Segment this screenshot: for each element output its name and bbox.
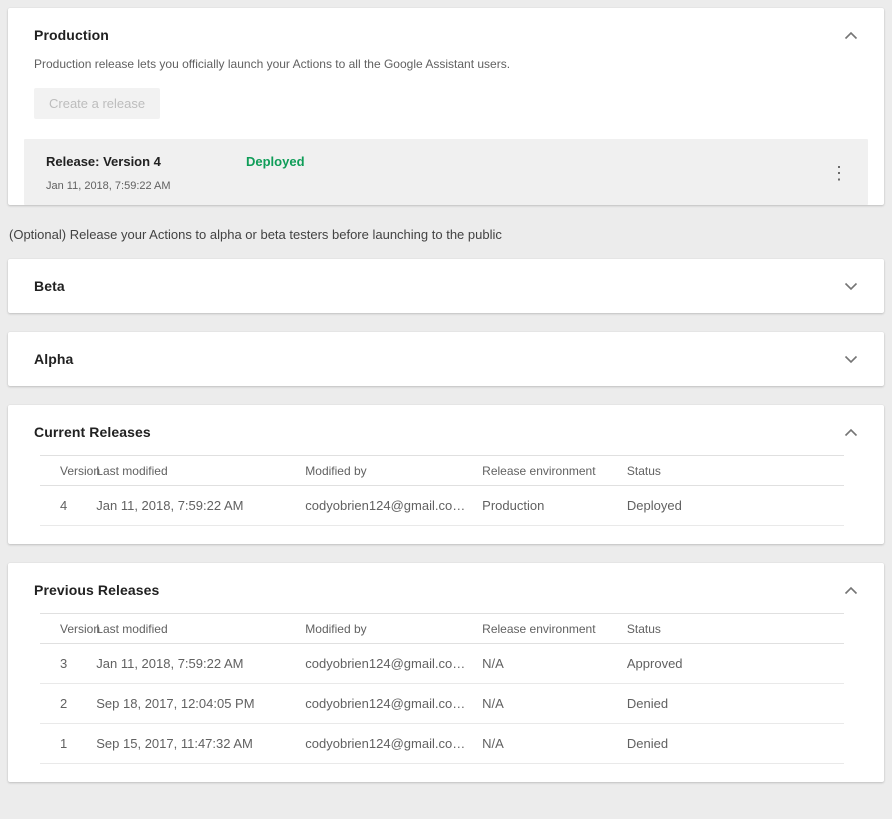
table-row: 2 Sep 18, 2017, 12:04:05 PM codyobrien12…: [40, 684, 844, 724]
chevron-down-icon[interactable]: [842, 353, 860, 366]
cell-modified-by: codyobrien124@gmail.co…: [305, 684, 482, 724]
previous-releases-title: Previous Releases: [34, 582, 159, 598]
current-releases-table: Version Last modified Modified by Releas…: [40, 455, 844, 526]
cell-version: 3: [40, 644, 96, 684]
production-release-row: Release: Version 4 Deployed Jan 11, 2018…: [24, 139, 868, 205]
alpha-card: Alpha: [8, 332, 884, 386]
cell-environment: N/A: [482, 724, 627, 764]
column-header-modified-by: Modified by: [305, 614, 482, 644]
cell-status: Denied: [627, 724, 844, 764]
previous-releases-header[interactable]: Previous Releases: [8, 563, 884, 598]
previous-releases-card: Previous Releases Version Last modified …: [8, 563, 884, 782]
cell-last-modified: Jan 11, 2018, 7:59:22 AM: [96, 644, 305, 684]
beta-card-header[interactable]: Beta: [8, 259, 884, 313]
cell-version: 4: [40, 486, 96, 526]
more-options-icon[interactable]: ⋮: [822, 162, 856, 184]
alpha-card-header[interactable]: Alpha: [8, 332, 884, 386]
release-info: Release: Version 4 Deployed Jan 11, 2018…: [46, 154, 305, 192]
table-row: 1 Sep 15, 2017, 11:47:32 AM codyobrien12…: [40, 724, 844, 764]
chevron-down-icon[interactable]: [842, 280, 860, 293]
cell-environment: N/A: [482, 684, 627, 724]
table-row: 3 Jan 11, 2018, 7:59:22 AM codyobrien124…: [40, 644, 844, 684]
cell-environment: Production: [482, 486, 627, 526]
cell-last-modified: Sep 15, 2017, 11:47:32 AM: [96, 724, 305, 764]
column-header-version: Version: [40, 456, 96, 486]
cell-modified-by: codyobrien124@gmail.co…: [305, 644, 482, 684]
beta-card: Beta: [8, 259, 884, 313]
production-description: Production release lets you officially l…: [34, 57, 858, 71]
alpha-card-title: Alpha: [34, 351, 73, 367]
releases-page: Production Production release lets you o…: [0, 0, 892, 810]
production-card-header[interactable]: Production: [8, 8, 884, 43]
beta-card-title: Beta: [34, 278, 65, 294]
cell-version: 1: [40, 724, 96, 764]
optional-note: (Optional) Release your Actions to alpha…: [9, 227, 884, 242]
column-header-last-modified: Last modified: [96, 456, 305, 486]
current-releases-title: Current Releases: [34, 424, 151, 440]
cell-last-modified: Jan 11, 2018, 7:59:22 AM: [96, 486, 305, 526]
column-header-version: Version: [40, 614, 96, 644]
table-row: 4 Jan 11, 2018, 7:59:22 AM codyobrien124…: [40, 486, 844, 526]
column-header-modified-by: Modified by: [305, 456, 482, 486]
production-card: Production Production release lets you o…: [8, 8, 884, 205]
column-header-release-environment: Release environment: [482, 614, 627, 644]
column-header-status: Status: [627, 614, 844, 644]
release-status-badge: Deployed: [246, 154, 305, 169]
chevron-up-icon[interactable]: [842, 29, 860, 42]
column-header-last-modified: Last modified: [96, 614, 305, 644]
table-header-row: Version Last modified Modified by Releas…: [40, 456, 844, 486]
cell-status: Approved: [627, 644, 844, 684]
table-header-row: Version Last modified Modified by Releas…: [40, 614, 844, 644]
cell-status: Deployed: [627, 486, 844, 526]
cell-environment: N/A: [482, 644, 627, 684]
chevron-up-icon[interactable]: [842, 426, 860, 439]
production-card-title: Production: [34, 27, 109, 43]
chevron-up-icon[interactable]: [842, 584, 860, 597]
cell-status: Denied: [627, 684, 844, 724]
column-header-release-environment: Release environment: [482, 456, 627, 486]
release-date: Jan 11, 2018, 7:59:22 AM: [46, 180, 305, 192]
cell-modified-by: codyobrien124@gmail.co…: [305, 486, 482, 526]
previous-releases-table: Version Last modified Modified by Releas…: [40, 613, 844, 764]
create-release-button[interactable]: Create a release: [34, 88, 160, 119]
cell-modified-by: codyobrien124@gmail.co…: [305, 724, 482, 764]
column-header-status: Status: [627, 456, 844, 486]
cell-last-modified: Sep 18, 2017, 12:04:05 PM: [96, 684, 305, 724]
cell-version: 2: [40, 684, 96, 724]
release-name: Release: Version 4: [46, 154, 246, 169]
current-releases-card: Current Releases Version Last modified M…: [8, 405, 884, 544]
current-releases-header[interactable]: Current Releases: [8, 405, 884, 440]
